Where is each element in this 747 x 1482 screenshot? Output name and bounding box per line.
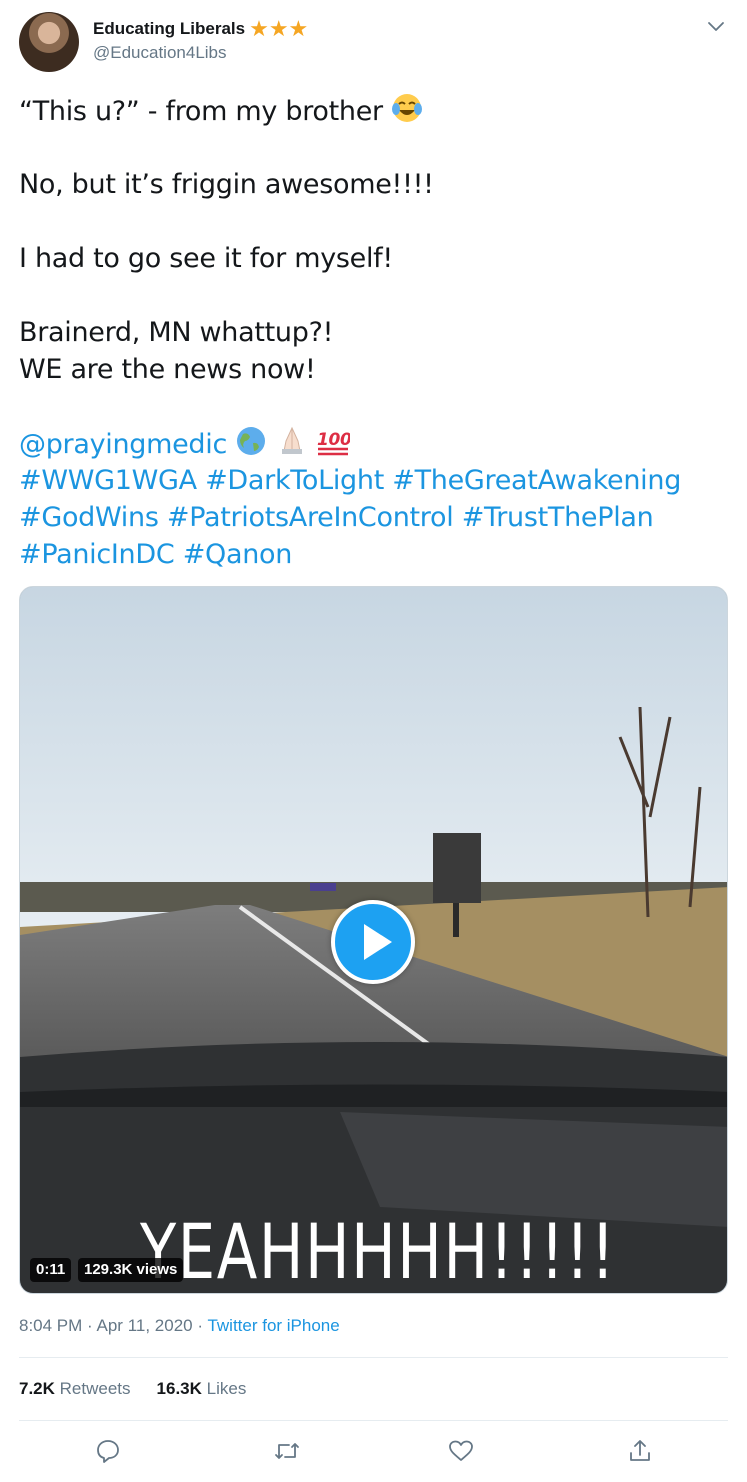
author-name[interactable]: Educating Liberals bbox=[93, 19, 245, 39]
avatar[interactable] bbox=[19, 12, 79, 72]
mention-link[interactable]: @prayingmedic bbox=[19, 429, 227, 460]
author-name-row[interactable]: Educating Liberals ★★★ bbox=[93, 17, 308, 41]
reply-button[interactable] bbox=[93, 1436, 123, 1466]
retweets-stat[interactable]: 7.2K Retweets bbox=[19, 1379, 131, 1399]
meta-separator-2: · bbox=[197, 1316, 204, 1335]
tweet-line-2: No, but it’s friggin awesome!!!! bbox=[19, 169, 434, 200]
hashtags-line-1[interactable]: #WWG1WGA #DarkToLight #TheGreatAwakening bbox=[19, 462, 719, 499]
hashtags-line-2[interactable]: #GodWins #PatriotsAreInControl #TrustThe… bbox=[19, 499, 719, 536]
share-icon bbox=[630, 1440, 650, 1461]
meta-separator-1: · bbox=[87, 1316, 93, 1335]
author-handle[interactable]: @Education4Libs bbox=[93, 43, 227, 63]
likes-stat[interactable]: 16.3K Likes bbox=[157, 1379, 247, 1399]
tweet-stats: 7.2K Retweets 16.3K Likes bbox=[19, 1379, 246, 1399]
heart-icon bbox=[449, 1440, 473, 1461]
play-icon[interactable] bbox=[364, 924, 392, 960]
like-button[interactable] bbox=[446, 1436, 476, 1466]
hashtags-line-3[interactable]: #PanicInDC #Qanon bbox=[19, 536, 719, 573]
svg-text:100: 100 bbox=[317, 430, 350, 450]
tweet-line-5: WE are the news now! bbox=[19, 354, 316, 385]
hundred-points-icon: 100 bbox=[317, 430, 350, 456]
tweet-time[interactable]: 8:04 PM bbox=[19, 1316, 82, 1335]
tweet-date[interactable]: Apr 11, 2020 bbox=[97, 1316, 193, 1335]
video-views: 129.3K views bbox=[78, 1258, 184, 1282]
tweet-timestamp: 8:04 PM · Apr 11, 2020 · Twitter for iPh… bbox=[19, 1316, 340, 1336]
face-with-tears-of-joy-icon bbox=[392, 94, 423, 122]
video-duration: 0:11 bbox=[30, 1258, 72, 1282]
video-overlay-text: YEAHHHHH!!!!! bbox=[140, 1207, 617, 1296]
tweet-line-3: I had to go see it for myself! bbox=[19, 243, 393, 274]
divider bbox=[19, 1357, 728, 1358]
retweet-icon bbox=[275, 1443, 299, 1459]
retweet-button[interactable] bbox=[272, 1436, 302, 1466]
divider bbox=[19, 1420, 728, 1421]
tweet-text: “This u?” - from my brother No, but it’s… bbox=[19, 92, 719, 573]
globe-icon bbox=[237, 427, 266, 455]
chevron-down-icon[interactable] bbox=[706, 16, 726, 36]
tweet-line-4: Brainerd, MN whattup?! bbox=[19, 317, 334, 348]
folded-hands-icon bbox=[281, 426, 302, 454]
share-button[interactable] bbox=[625, 1436, 655, 1466]
tweet-line-1: “This u?” - from my brother bbox=[19, 96, 392, 127]
star-icons: ★★★ bbox=[249, 16, 309, 41]
reply-icon bbox=[97, 1440, 119, 1463]
tweet-source-link[interactable]: Twitter for iPhone bbox=[207, 1316, 339, 1335]
